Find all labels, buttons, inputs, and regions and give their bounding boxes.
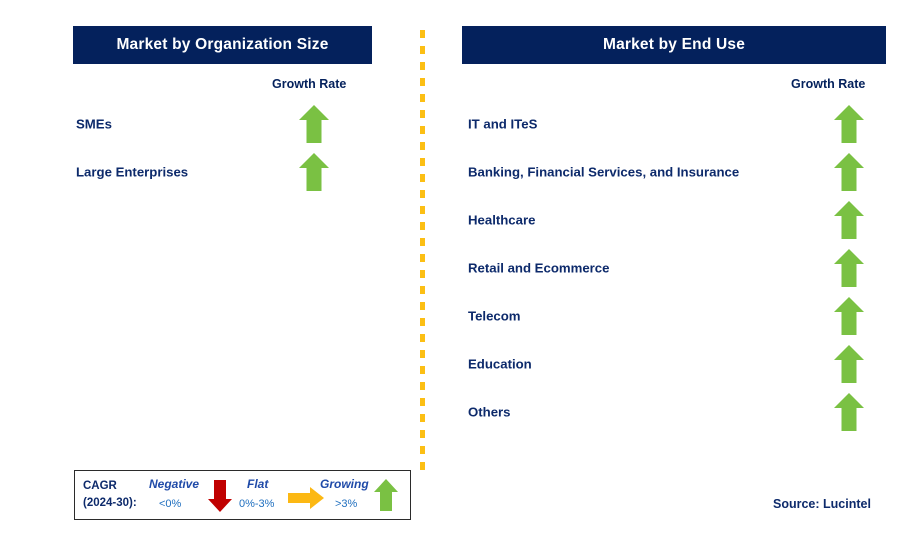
legend-title-line1: CAGR: [83, 480, 117, 492]
arrow-down-icon: [207, 479, 233, 513]
panel-divider-dashed-line: [420, 30, 425, 472]
growth-rate-caption-left: Growth Rate: [272, 77, 347, 91]
segment-row-smes[interactable]: SMEs: [76, 102, 376, 146]
segment-label-telecom: Telecom: [468, 308, 521, 324]
segment-label-large-enterprises: Large Enterprises: [76, 164, 189, 180]
segment-row-banking-financial-services-and-insurance[interactable]: Banking, Financial Services, and Insuran…: [468, 150, 888, 194]
segment-label-smes: SMEs: [76, 116, 112, 132]
legend-term-negative: Negative: [149, 477, 200, 491]
arrow-up-icon: [298, 152, 330, 192]
panel-title-end-use: Market by End Use: [602, 36, 746, 53]
segment-row-large-enterprises[interactable]: Large Enterprises: [76, 150, 376, 194]
arrow-up-icon: [833, 392, 865, 432]
legend-range-growing: >3%: [335, 498, 358, 510]
arrow-up-icon: [298, 104, 330, 144]
legend-range-negative: <0%: [159, 498, 182, 510]
panel-header-organization-size: Market by Organization Size: [73, 26, 372, 64]
legend-title-line2: (2024-30):: [83, 497, 137, 509]
growth-rate-caption-right: Growth Rate: [791, 77, 866, 91]
legend-term-growing: Growing: [320, 477, 369, 491]
segment-row-healthcare[interactable]: Healthcare: [468, 198, 888, 242]
segment-label-banking-financial-services-and-insurance: Banking, Financial Services, and Insuran…: [468, 164, 740, 180]
segment-row-it-and-ites[interactable]: IT and ITeS: [468, 102, 888, 146]
segment-row-retail-and-ecommerce[interactable]: Retail and Ecommerce: [468, 246, 888, 290]
arrow-up-icon: [833, 248, 865, 288]
arrow-up-icon: [833, 104, 865, 144]
panel-header-end-use: Market by End Use: [462, 26, 886, 64]
source-attribution: Source: Lucintel: [773, 497, 871, 511]
segment-label-healthcare: Healthcare: [468, 212, 536, 228]
segment-label-education: Education: [468, 356, 532, 372]
diagram-canvas: Market by Organization Size Market by En…: [0, 0, 917, 553]
segment-label-others: Others: [468, 404, 511, 420]
legend-term-flat: Flat: [247, 477, 269, 491]
cagr-legend: CAGR (2024-30): Negative <0% Flat 0%-3% …: [74, 470, 411, 520]
segment-row-telecom[interactable]: Telecom: [468, 294, 888, 338]
arrow-up-icon: [833, 152, 865, 192]
legend-title: CAGR (2024-30):: [83, 478, 137, 512]
segment-label-retail-and-ecommerce: Retail and Ecommerce: [468, 260, 610, 276]
segment-row-education[interactable]: Education: [468, 342, 888, 386]
panel-title-organization-size: Market by Organization Size: [116, 36, 329, 53]
arrow-up-icon: [833, 296, 865, 336]
arrow-up-icon: [833, 344, 865, 384]
legend-range-flat: 0%-3%: [239, 498, 275, 510]
arrow-up-icon: [833, 200, 865, 240]
arrow-up-icon: [373, 478, 399, 512]
segment-row-others[interactable]: Others: [468, 390, 888, 434]
segment-label-it-and-ites: IT and ITeS: [468, 116, 538, 132]
